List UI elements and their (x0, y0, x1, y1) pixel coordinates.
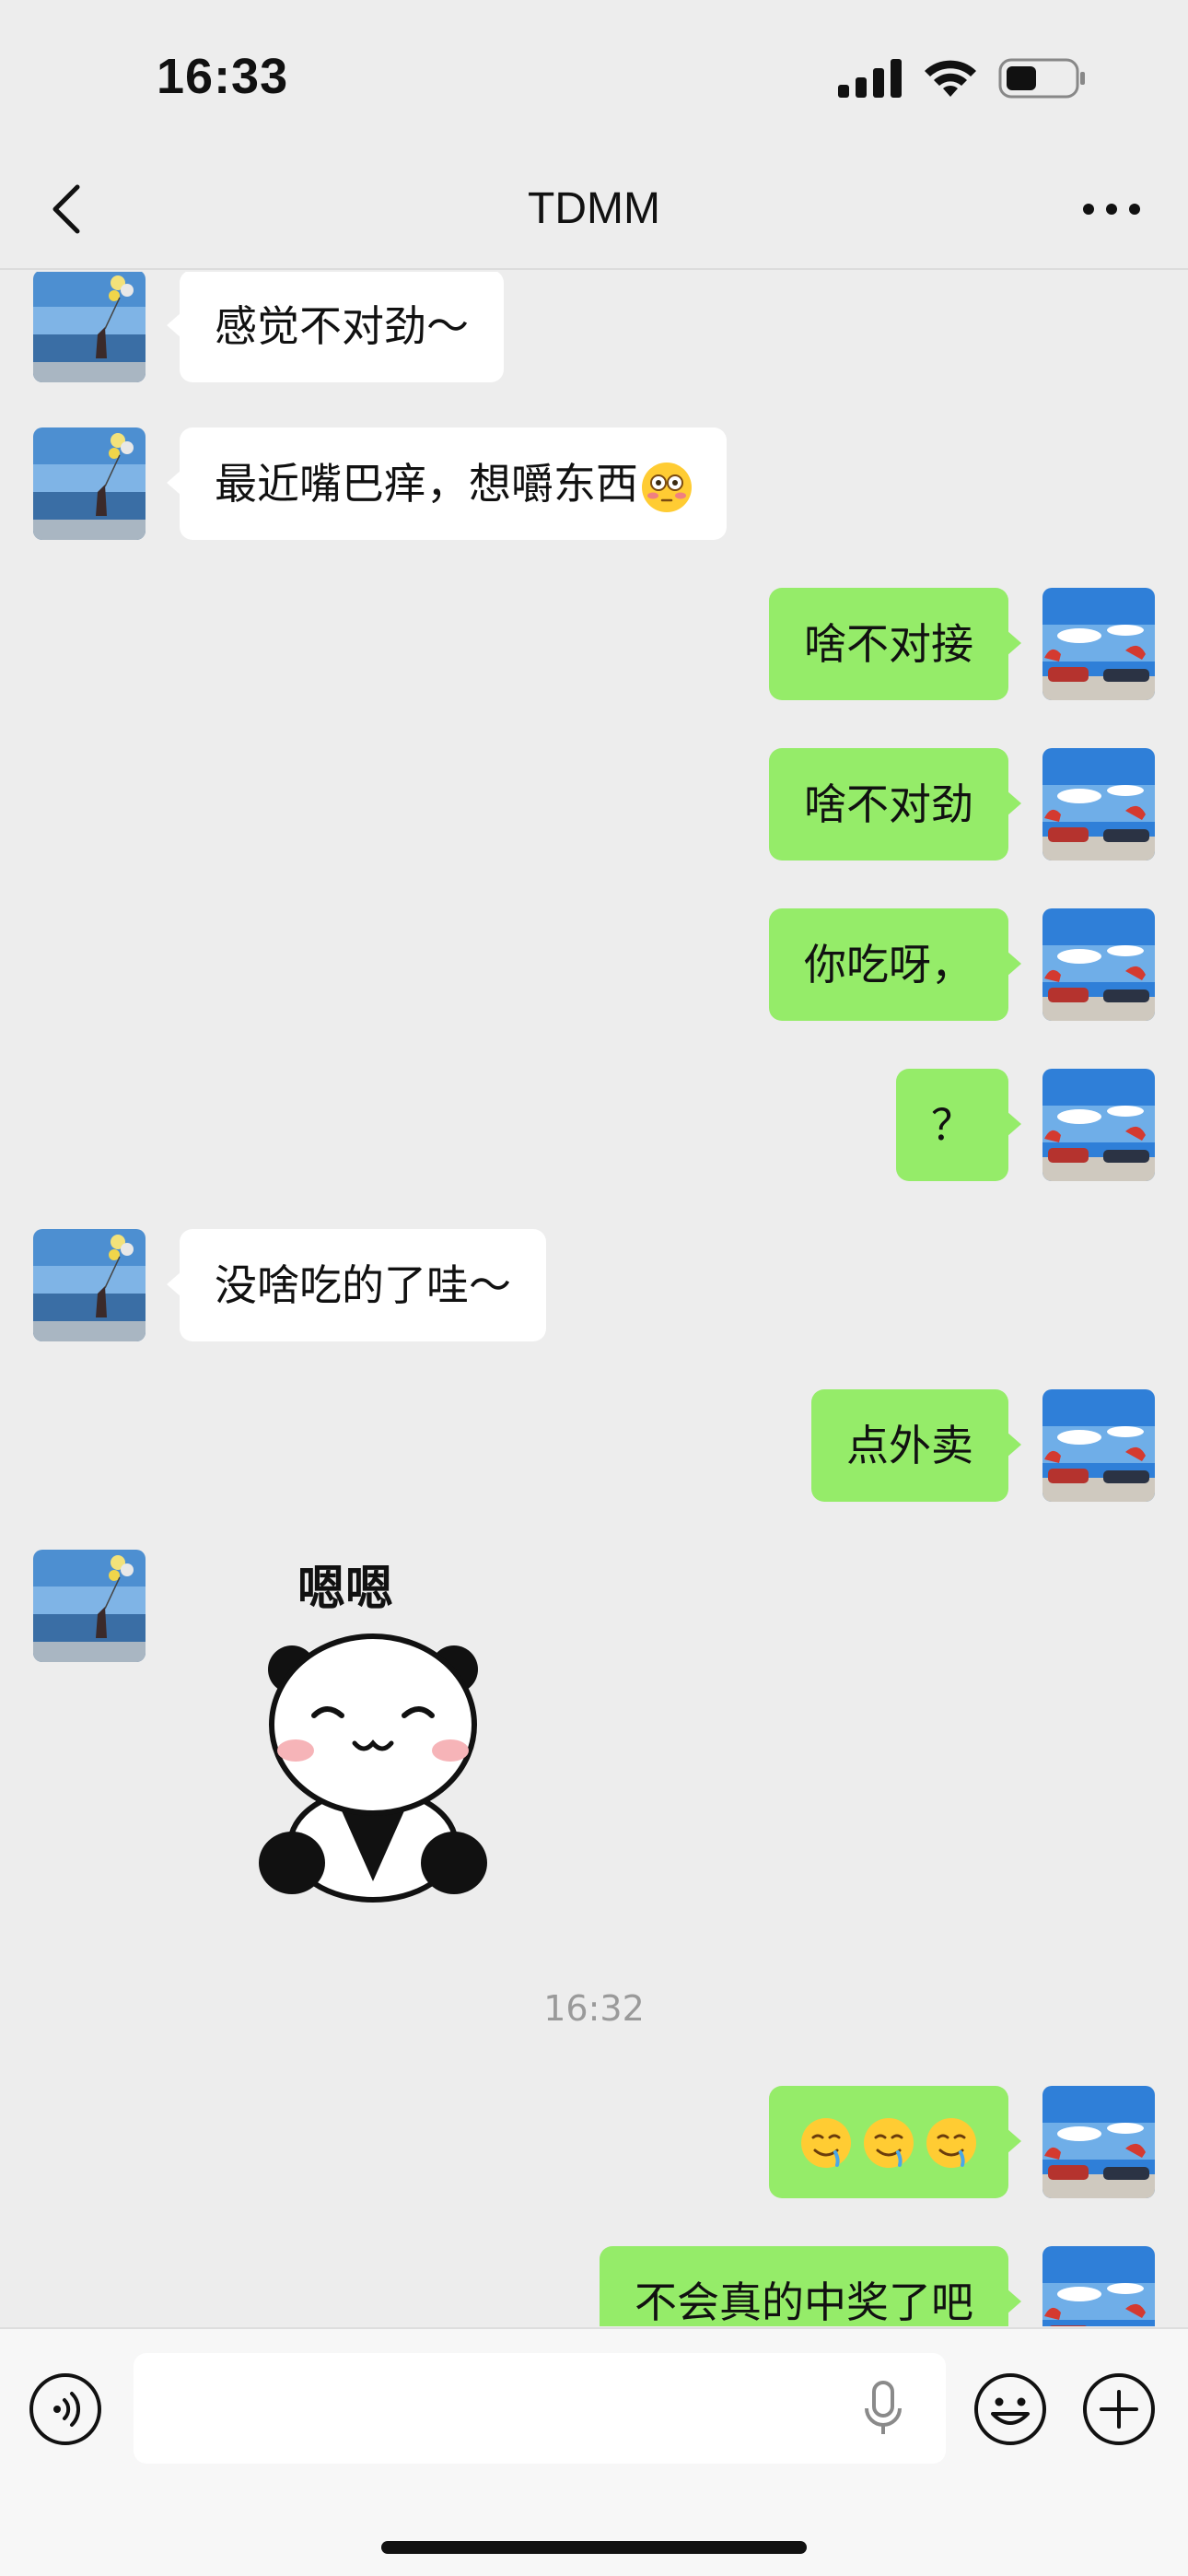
status-time: 16:33 (157, 49, 289, 104)
status-icons (838, 57, 1087, 100)
my-avatar[interactable] (1042, 2086, 1155, 2198)
microphone-icon[interactable] (861, 2381, 905, 2438)
message-bubble[interactable]: 你吃呀， (769, 908, 1021, 1021)
chat-title: TDMM (528, 184, 660, 233)
home-indicator (381, 2541, 807, 2554)
message-bubble[interactable]: 没啥吃的了哇～ (167, 1229, 546, 1341)
input-bar (0, 2327, 1188, 2576)
message-input[interactable] (134, 2353, 946, 2464)
more-icon[interactable] (1079, 191, 1144, 228)
message-bubble[interactable]: 感觉不对劲～ (167, 272, 504, 382)
plus-icon[interactable] (1081, 2371, 1157, 2447)
sticker-caption: 嗯嗯 (297, 1562, 394, 1617)
contact-avatar[interactable] (33, 272, 146, 382)
contact-avatar[interactable] (33, 1229, 146, 1341)
message-bubble[interactable]: 啥不对接 (769, 588, 1021, 700)
message-bubble[interactable]: ？ (896, 1069, 1021, 1181)
battery-icon (998, 58, 1085, 99)
wifi-icon (925, 60, 976, 97)
message-bubble[interactable]: 不会真的中奖了吧 (600, 2246, 1021, 2326)
chat-header: TDMM (0, 152, 1188, 270)
my-avatar[interactable] (1042, 748, 1155, 861)
voice-icon[interactable] (28, 2371, 103, 2447)
chat-timestamp: 16:32 (543, 1988, 645, 2029)
message-bubble[interactable]: 点外卖 (811, 1389, 1021, 1502)
my-avatar[interactable] (1042, 588, 1155, 700)
status-bar: 16:33 (0, 0, 1188, 147)
contact-avatar[interactable] (33, 1550, 146, 1662)
panda-icon (259, 1633, 487, 1903)
contact-avatar[interactable] (33, 427, 146, 540)
message-bubble[interactable]: 啥不对劲 (769, 748, 1021, 861)
flushed-face-emoji (642, 462, 692, 512)
my-avatar[interactable] (1042, 2246, 1155, 2326)
my-avatar[interactable] (1042, 908, 1155, 1021)
emoji-icon[interactable] (973, 2371, 1048, 2447)
my-avatar[interactable] (1042, 1389, 1155, 1502)
message-bubble[interactable]: 最近嘴巴痒，想嚼东西 (167, 427, 727, 540)
drooling-face-emoji (801, 2118, 976, 2168)
message-bubble[interactable] (769, 2086, 1021, 2198)
cellular-signal-icon (838, 59, 902, 98)
message-list[interactable]: 感觉不对劲～ 最近嘴巴痒，想嚼东西 啥不对接 啥不对劲 你吃呀， ？ 没啥吃的了… (0, 272, 1188, 2326)
message-text: 最近嘴巴痒，想嚼东西 (215, 459, 638, 509)
panda-sticker[interactable]: 嗯嗯 (235, 1550, 511, 1909)
my-avatar[interactable] (1042, 1069, 1155, 1181)
